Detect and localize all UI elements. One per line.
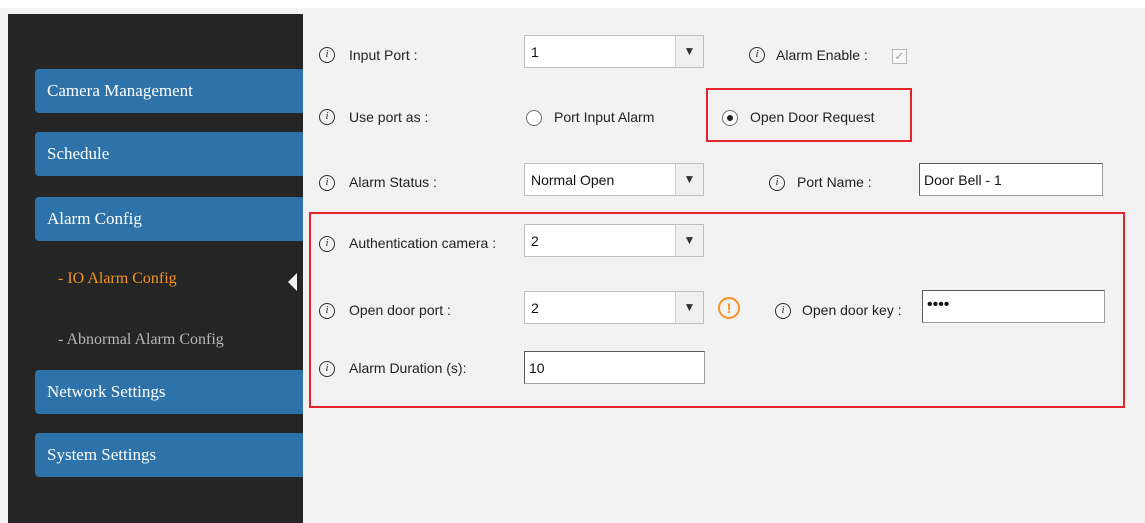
open-door-port-value: 2: [531, 300, 539, 316]
info-icon[interactable]: i: [319, 175, 335, 191]
nav-sub-abnormal-alarm-config[interactable]: - Abnormal Alarm Config: [58, 331, 224, 349]
sidebar: Camera Management Schedule Alarm Config …: [8, 14, 303, 523]
input-port-value: 1: [531, 44, 539, 60]
radio-port-input-alarm-label: Port Input Alarm: [554, 109, 655, 125]
use-port-as-label: Use port as :: [349, 109, 429, 125]
alarm-duration-input[interactable]: [524, 351, 705, 384]
dropdown-arrow-icon: ▼: [675, 36, 703, 67]
input-port-label: Input Port :: [349, 47, 418, 63]
port-name-label: Port Name :: [797, 174, 872, 190]
auth-camera-label: Authentication camera :: [349, 235, 497, 251]
info-icon[interactable]: i: [319, 303, 335, 319]
dropdown-arrow-icon: ▼: [675, 164, 703, 195]
nav-camera-management[interactable]: Camera Management: [35, 69, 303, 113]
alarm-status-value: Normal Open: [531, 172, 615, 188]
alarm-status-label: Alarm Status :: [349, 174, 437, 190]
info-icon[interactable]: i: [319, 47, 335, 63]
info-icon[interactable]: i: [319, 236, 335, 252]
active-pointer: [288, 273, 297, 291]
info-icon[interactable]: i: [775, 303, 791, 319]
auth-camera-value: 2: [531, 233, 539, 249]
nav-schedule[interactable]: Schedule: [35, 132, 303, 176]
top-gap: [0, 0, 1145, 8]
nav-sub-io-alarm-config[interactable]: - IO Alarm Config: [58, 270, 177, 288]
open-door-key-label: Open door key :: [802, 302, 902, 318]
info-icon[interactable]: i: [749, 47, 765, 63]
info-icon[interactable]: i: [769, 175, 785, 191]
alarm-status-select[interactable]: Normal Open ▼: [524, 163, 704, 196]
nav-alarm-config[interactable]: Alarm Config: [35, 197, 303, 241]
auth-camera-select[interactable]: 2 ▼: [524, 224, 704, 257]
open-door-port-label: Open door port :: [349, 302, 451, 318]
warning-icon[interactable]: !: [718, 297, 740, 319]
info-icon[interactable]: i: [319, 109, 335, 125]
nav-system-settings[interactable]: System Settings: [35, 433, 303, 477]
highlight-box-open-door-request: [706, 88, 912, 142]
dropdown-arrow-icon: ▼: [675, 225, 703, 256]
alarm-duration-label: Alarm Duration (s):: [349, 360, 467, 376]
io-alarm-config-panel: i Input Port : 1 ▼ i Alarm Enable : ✓ i …: [303, 14, 1145, 523]
alarm-enable-checkbox[interactable]: ✓: [892, 49, 907, 64]
open-door-port-select[interactable]: 2 ▼: [524, 291, 704, 324]
radio-port-input-alarm[interactable]: [526, 110, 542, 126]
port-name-input[interactable]: [919, 163, 1103, 196]
dropdown-arrow-icon: ▼: [675, 292, 703, 323]
info-icon[interactable]: i: [319, 361, 335, 377]
alarm-enable-label: Alarm Enable :: [776, 47, 868, 63]
open-door-key-input[interactable]: ••••: [922, 290, 1105, 323]
nav-network-settings[interactable]: Network Settings: [35, 370, 303, 414]
input-port-select[interactable]: 1 ▼: [524, 35, 704, 68]
